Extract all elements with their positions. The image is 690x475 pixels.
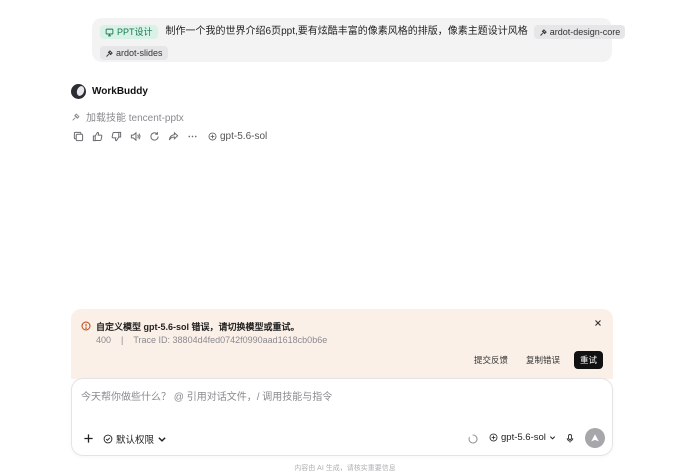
speaker-icon[interactable] [130, 131, 141, 142]
user-prompt-text: 制作一个我的世界介绍6页ppt,要有炫酷丰富的像素风格的排版，像素主题设计风格 [165, 26, 528, 37]
refresh-icon[interactable] [149, 131, 160, 142]
presentation-icon [105, 28, 114, 36]
agent-header: WorkBuddy [71, 84, 148, 99]
response-model-label: gpt-5.6-sol [220, 131, 268, 142]
globe-icon [208, 132, 217, 141]
send-button[interactable] [585, 428, 605, 448]
skill-icon [72, 112, 80, 121]
composer[interactable]: 今天帮你做些什么？ @ 引用对话文件，/ 调用技能与指令 默认权限 gpt-5.… [71, 378, 613, 456]
skill-icon [106, 49, 113, 57]
copy-error-button[interactable]: 复制错误 [522, 352, 564, 368]
more-icon[interactable] [187, 131, 198, 142]
chevron-down-icon [549, 436, 555, 440]
skill-chip-label: ardot-design-core [549, 27, 621, 37]
skill-load-text: 加载技能 tencent-pptx [86, 113, 184, 124]
globe-icon [489, 433, 498, 442]
error-banner: 自定义模型 gpt-5.6-sol 错误，请切换模型或重试。 400 | Tra… [71, 309, 613, 379]
ai-disclaimer: 内容由 AI 生成，请核实重要信息 [294, 465, 396, 472]
model-selector-label: gpt-5.6-sol [501, 432, 546, 443]
response-model-tag: gpt-5.6-sol [208, 131, 267, 142]
user-message-bubble: PPT设计 制作一个我的世界介绍6页ppt,要有炫酷丰富的像素风格的排版，像素主… [92, 18, 626, 62]
error-separator: | [121, 335, 124, 345]
chevron-down-icon [158, 437, 166, 442]
add-icon[interactable] [83, 433, 94, 444]
composer-input[interactable]: 今天帮你做些什么？ @ 引用对话文件，/ 调用技能与指令 [81, 388, 332, 403]
copy-icon[interactable] [73, 131, 84, 142]
permission-label: 默认权限 [116, 435, 155, 446]
model-selector[interactable]: gpt-5.6-sol [489, 432, 556, 443]
agent-name: WorkBuddy [92, 86, 148, 97]
error-title: 自定义模型 gpt-5.6-sol 错误，请切换模型或重试。 [96, 322, 300, 332]
arrow-up-icon [591, 434, 599, 442]
retry-button[interactable]: 重试 [573, 351, 603, 369]
close-icon[interactable] [593, 318, 603, 328]
shield-check-icon [103, 434, 113, 444]
skill-chip-design-core[interactable]: ardot-design-core [533, 25, 626, 39]
error-code: 400 [96, 335, 112, 345]
error-meta: 400 | Trace ID: 38804d4fed0742f0990aad16… [96, 335, 327, 345]
error-icon [81, 321, 91, 331]
permission-selector[interactable]: 默认权限 [103, 432, 167, 446]
thumbs-up-icon[interactable] [92, 131, 103, 142]
ppt-design-tag-label: PPT设计 [117, 27, 153, 37]
agent-avatar [71, 84, 86, 99]
error-actions: 提交反馈 复制错误 重试 [470, 351, 603, 369]
submit-feedback-button[interactable]: 提交反馈 [470, 352, 512, 368]
skill-chip-slides[interactable]: ardot-slides [100, 46, 168, 60]
thumbs-down-icon[interactable] [111, 131, 122, 142]
share-icon[interactable] [168, 131, 179, 142]
skill-chip-label: ardot-slides [116, 48, 163, 58]
microphone-icon[interactable] [565, 433, 575, 444]
skill-load-status[interactable]: 加载技能 tencent-pptx [71, 109, 184, 124]
ppt-design-tag[interactable]: PPT设计 [100, 25, 158, 39]
loading-spinner-icon [468, 434, 478, 444]
message-action-bar: gpt-5.6-sol [73, 131, 267, 142]
skill-icon [539, 28, 547, 36]
error-trace-id: Trace ID: 38804d4fed0742f0990aad1618cb0b… [133, 335, 328, 345]
